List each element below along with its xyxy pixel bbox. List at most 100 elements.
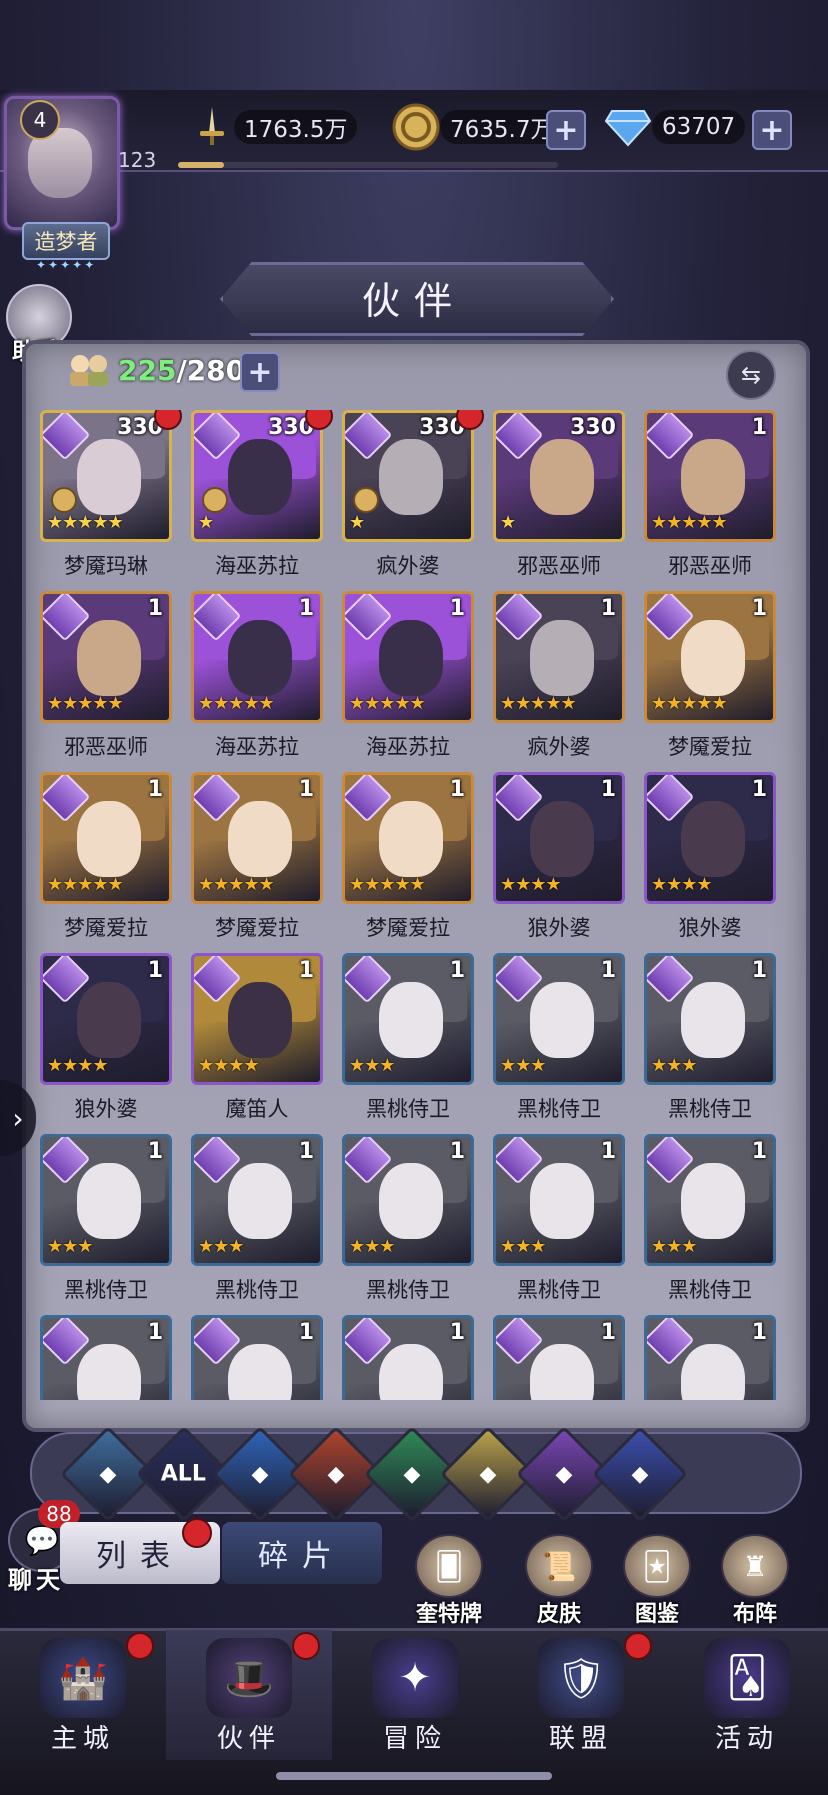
hero-level: 1 (600, 777, 616, 802)
hero-portrait: 1 (191, 1315, 323, 1400)
hero-star-rating: ★★★★★ (198, 693, 275, 714)
hero-card[interactable]: 1 ★★★ 黑桃侍卫 (40, 1134, 172, 1302)
hero-card[interactable]: 1 (644, 1315, 776, 1400)
hero-card[interactable]: 1 ★★★ 黑桃侍卫 (644, 1134, 776, 1302)
hero-grid: 330 ★★★★★ 梦魇玛琳 330 ★ 海巫苏拉 330 ★ 疯外婆 330 ★ 邪恶巫师 1 ★★★★… (40, 410, 790, 1400)
hero-card[interactable]: 1 (493, 1315, 625, 1400)
hero-name: 梦魇爱拉 (215, 916, 299, 940)
hero-portrait: 1 ★★★★★ (342, 772, 474, 904)
hero-card[interactable]: 330 ★ 邪恶巫师 (493, 410, 625, 578)
quick-formation[interactable]: ♜ 布阵 (712, 1534, 798, 1628)
hero-level: 1 (751, 958, 767, 983)
hero-face (681, 801, 745, 877)
hero-card[interactable]: 1 ★★★ 黑桃侍卫 (493, 953, 625, 1121)
player-title-stars: ✦✦✦✦✦ (36, 258, 97, 272)
hero-card[interactable]: 1 ★★★★ 狼外婆 (40, 953, 172, 1121)
hero-level: 1 (298, 1320, 314, 1345)
player-title-badge[interactable]: 造梦者 (22, 222, 110, 260)
hero-name: 邪恶巫师 (64, 735, 148, 759)
add-gold-button[interactable]: + (546, 110, 586, 150)
hero-name: 海巫苏拉 (215, 735, 299, 759)
tab-list-red-dot (182, 1518, 212, 1548)
hero-card[interactable]: 1 ★★★★★ 梦魇爱拉 (644, 591, 776, 759)
hero-card[interactable]: 1 (191, 1315, 323, 1400)
hero-face (379, 439, 443, 515)
hero-card[interactable]: 1 ★★★★★ 邪恶巫师 (644, 410, 776, 578)
quick-quest-cards[interactable]: 🂠 奎特牌 (406, 1534, 492, 1628)
hero-portrait: 1 ★★★★★ (493, 591, 625, 723)
hero-card[interactable]: 1 ★★★★ 魔笛人 (191, 953, 323, 1121)
hero-card[interactable]: 1 ★★★★ 狼外婆 (644, 772, 776, 940)
hero-face (228, 1163, 292, 1239)
tab-fragments[interactable]: 碎片 (222, 1522, 382, 1584)
hero-card[interactable]: 1 ★★★ 黑桃侍卫 (644, 953, 776, 1121)
hero-face (530, 620, 594, 696)
hero-name: 黑桃侍卫 (64, 1278, 148, 1302)
hero-card[interactable]: 1 ★★★★ 狼外婆 (493, 772, 625, 940)
nav-events-label: 活动 (714, 1724, 779, 1754)
hero-name: 魔笛人 (225, 1097, 289, 1121)
hero-face (228, 620, 292, 696)
hero-portrait: 1 (40, 1315, 172, 1400)
hero-level: 1 (147, 958, 163, 983)
hero-portrait: 1 ★★★ (493, 1134, 625, 1266)
nav-partners[interactable]: 🎩 伙伴 (166, 1630, 332, 1760)
hero-face (681, 982, 745, 1058)
swap-order-button[interactable]: ⇆ (726, 350, 776, 400)
hero-level: 1 (449, 1320, 465, 1345)
hero-card[interactable]: 1 ★★★★★ 海巫苏拉 (342, 591, 474, 759)
nav-alliance-label: 联盟 (548, 1724, 613, 1754)
roster-current: 225 (118, 354, 177, 387)
nav-main-city[interactable]: 🏰 主城 (0, 1630, 166, 1760)
hero-card[interactable]: 1 ★★★★★ 邪恶巫师 (40, 591, 172, 759)
hero-face (228, 439, 292, 515)
hero-card[interactable]: 1 ★★★★★ 梦魇爱拉 (40, 772, 172, 940)
hero-face (379, 801, 443, 877)
nav-adventure[interactable]: ✦ 冒险 (332, 1630, 498, 1760)
hero-card[interactable]: 1 (40, 1315, 172, 1400)
notification-dot (624, 1632, 652, 1660)
water-icon: ◆ (251, 1461, 269, 1487)
hero-card[interactable]: 330 ★ 疯外婆 (342, 410, 484, 578)
hero-portrait: 1 ★★★★ (644, 772, 776, 904)
add-diamond-button[interactable]: + (752, 110, 792, 150)
hero-star-rating: ★★★★ (47, 1055, 109, 1076)
hero-portrait: 1 ★★★ (493, 953, 625, 1085)
hero-level: 1 (449, 958, 465, 983)
wizard-hat-icon: 🎩 (206, 1638, 292, 1718)
hero-face (681, 620, 745, 696)
hero-card[interactable]: 1 ★★★★★ 梦魇爱拉 (191, 772, 323, 940)
hero-level: 1 (600, 958, 616, 983)
hero-level: 1 (449, 777, 465, 802)
hero-star-rating: ★★★★ (500, 874, 562, 895)
codex-icon: 🃏 (623, 1534, 691, 1598)
gold-resource: 7635.7万 (392, 103, 564, 151)
hero-star-rating: ★★★★ (198, 1055, 260, 1076)
hero-card[interactable]: 1 ★★★ 黑桃侍卫 (493, 1134, 625, 1302)
quick-skins[interactable]: 📜 皮肤 (516, 1534, 602, 1628)
wind-icon: ◆ (403, 1461, 421, 1487)
notification-dot (126, 1632, 154, 1660)
quick-codex[interactable]: 🃏 图鉴 (614, 1534, 700, 1628)
hero-card[interactable]: 1 ★★★★★ 海巫苏拉 (191, 591, 323, 759)
hero-card[interactable]: 1 ★★★★★ 疯外婆 (493, 591, 625, 759)
expand-roster-button[interactable]: + (240, 352, 280, 392)
hero-card[interactable]: 1 ★★★ 黑桃侍卫 (342, 953, 474, 1121)
hero-level: 1 (298, 777, 314, 802)
hero-card[interactable]: 1 ★★★★★ 梦魇爱拉 (342, 772, 474, 940)
exp-progress-bar (178, 162, 558, 168)
hero-card[interactable]: 330 ★★★★★ 梦魇玛琳 (40, 410, 182, 578)
gold-coin-icon (392, 103, 440, 151)
hero-portrait: 1 ★★★★★ (191, 591, 323, 723)
hero-face (530, 801, 594, 877)
hero-star-rating: ★★★ (500, 1236, 546, 1257)
nav-events[interactable]: 🂡 活动 (664, 1630, 828, 1760)
hero-portrait: 1 ★★★★★ (644, 410, 776, 542)
hero-name: 黑桃侍卫 (668, 1278, 752, 1302)
cosmic-icon: ◆ (631, 1461, 649, 1487)
nav-alliance[interactable]: 🛡 联盟 (498, 1630, 664, 1760)
hero-card[interactable]: 1 (342, 1315, 474, 1400)
hero-card[interactable]: 330 ★ 海巫苏拉 (191, 410, 333, 578)
hero-card[interactable]: 1 ★★★ 黑桃侍卫 (342, 1134, 474, 1302)
hero-card[interactable]: 1 ★★★ 黑桃侍卫 (191, 1134, 323, 1302)
